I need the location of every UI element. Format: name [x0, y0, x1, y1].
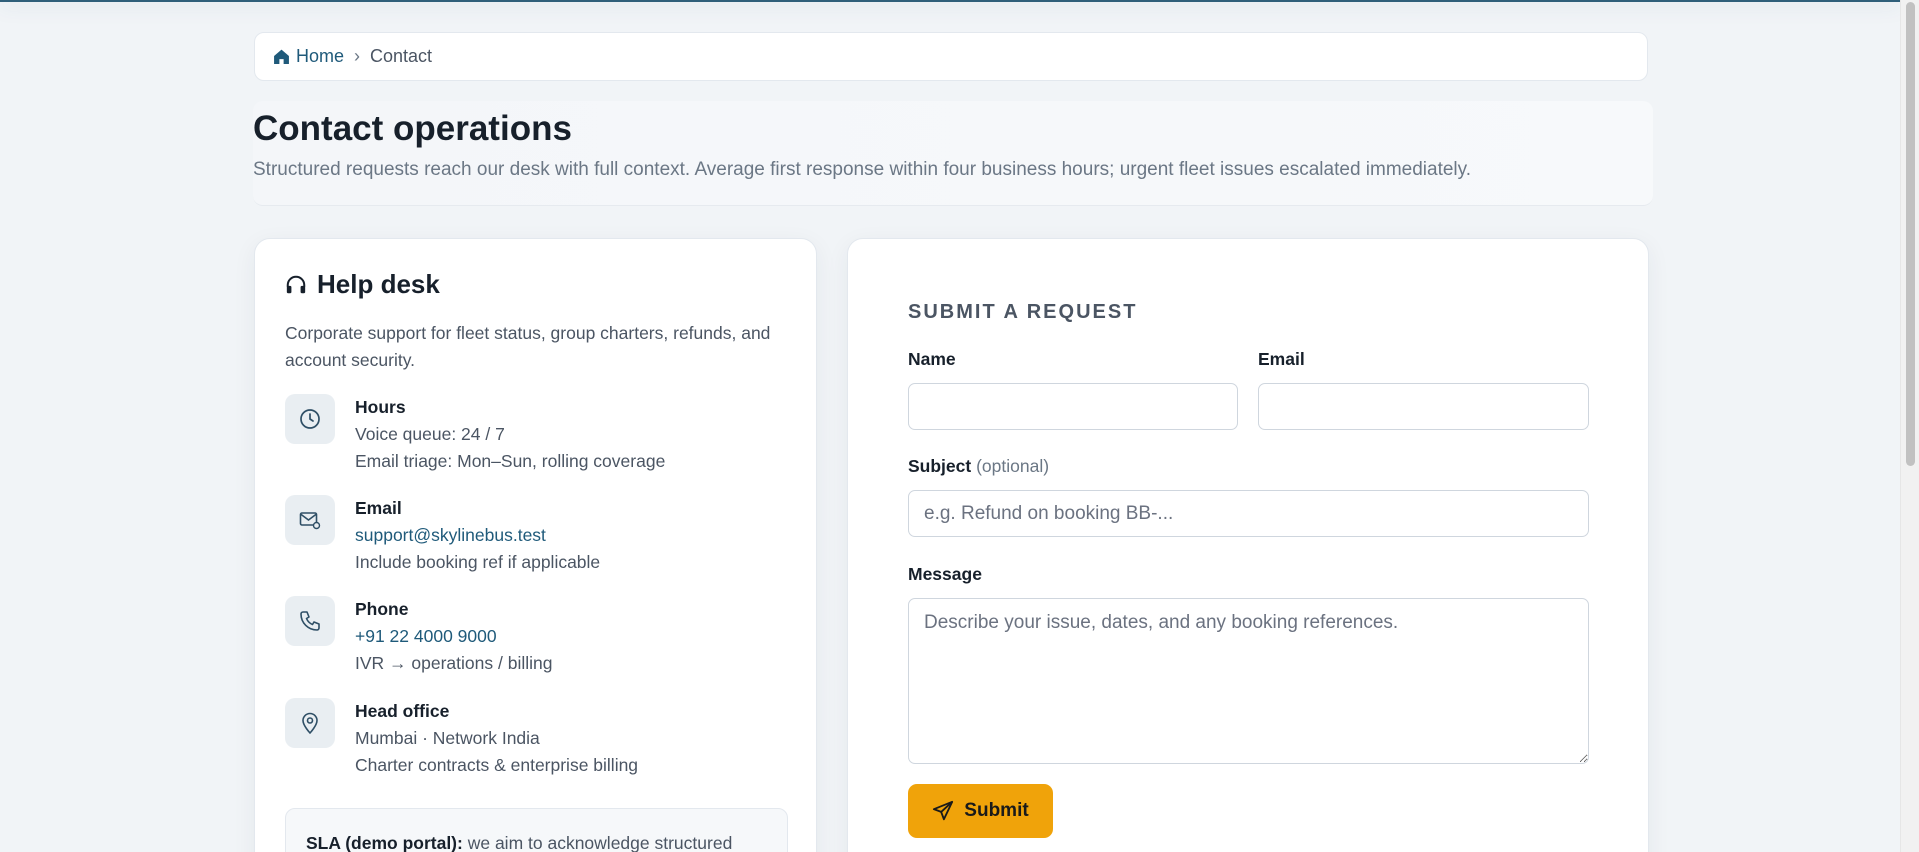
phone-number-link[interactable]: +91 22 4000 9000	[355, 623, 552, 650]
head-office-item: Head office Mumbai · Network India Chart…	[285, 698, 795, 788]
phone-label: Phone	[355, 599, 409, 619]
email-item: Email support@skylinebus.test Include bo…	[285, 495, 795, 585]
page-title: Contact operations	[253, 109, 572, 148]
email-label: Email	[355, 498, 402, 518]
breadcrumb-separator: ›	[354, 46, 361, 66]
subject-label: Subject (optional)	[908, 456, 1049, 477]
support-email-link[interactable]: support@skylinebus.test	[355, 522, 600, 549]
breadcrumb-home-label: Home	[296, 46, 345, 66]
email-field-label: Email	[1258, 349, 1305, 369]
help-desk-description: Corporate support for fleet status, grou…	[285, 323, 771, 370]
subject-optional-hint: (optional)	[976, 456, 1050, 476]
head-office-location: Mumbai · Network India	[355, 728, 540, 748]
name-input[interactable]	[908, 383, 1238, 430]
vertical-scrollbar[interactable]	[1900, 0, 1919, 852]
hours-item: Hours Voice queue: 24 / 7 Email triage: …	[285, 394, 795, 484]
clock-icon	[285, 394, 335, 444]
message-textarea[interactable]	[908, 598, 1589, 764]
help-desk-title: Help desk	[317, 269, 440, 299]
name-label: Name	[908, 349, 956, 369]
sla-label: SLA (demo portal):	[306, 833, 463, 852]
scrollbar-thumb[interactable]	[1906, 2, 1915, 466]
help-desk-heading: Help desk	[285, 269, 440, 300]
home-icon	[274, 49, 289, 64]
page-subtitle: Structured requests reach our desk with …	[253, 159, 1472, 180]
page-header: Contact operations Structured requests r…	[253, 101, 1653, 206]
phone-item: Phone +91 22 4000 9000 IVR → operations …	[285, 596, 795, 686]
hours-label: Hours	[355, 397, 406, 417]
request-form-card: SUBMIT A REQUEST Name Email Subject (opt…	[847, 238, 1649, 852]
submit-label: Submit	[964, 800, 1029, 821]
hours-voice: Voice queue: 24 / 7	[355, 424, 505, 444]
map-pin-icon	[285, 698, 335, 748]
breadcrumb: Home › Contact	[254, 32, 1648, 81]
submit-button[interactable]: Submit	[908, 784, 1053, 838]
message-label: Message	[908, 564, 982, 584]
email-input[interactable]	[1258, 383, 1589, 430]
headset-icon	[286, 275, 306, 293]
breadcrumb-current: Contact	[370, 46, 433, 66]
top-accent-bar	[0, 0, 1900, 2]
help-desk-card: Help desk Corporate support for fleet st…	[254, 238, 817, 852]
head-office-label: Head office	[355, 701, 450, 721]
sla-text: we aim to acknowledge structured	[467, 833, 733, 852]
breadcrumb-home-link[interactable]: Home	[273, 46, 344, 67]
hours-email: Email triage: Mon–Sun, rolling coverage	[355, 451, 666, 471]
phone-note: IVR → operations / billing	[355, 653, 553, 673]
phone-icon	[285, 596, 335, 646]
mail-icon	[285, 495, 335, 545]
subject-label-text: Subject	[908, 456, 972, 476]
subject-input[interactable]	[908, 490, 1589, 537]
sla-notice: SLA (demo portal): we aim to acknowledge…	[285, 808, 788, 852]
email-note: Include booking ref if applicable	[355, 552, 601, 572]
head-office-note: Charter contracts & enterprise billing	[355, 755, 639, 775]
form-title: SUBMIT A REQUEST	[908, 301, 1138, 323]
send-icon	[933, 800, 954, 821]
